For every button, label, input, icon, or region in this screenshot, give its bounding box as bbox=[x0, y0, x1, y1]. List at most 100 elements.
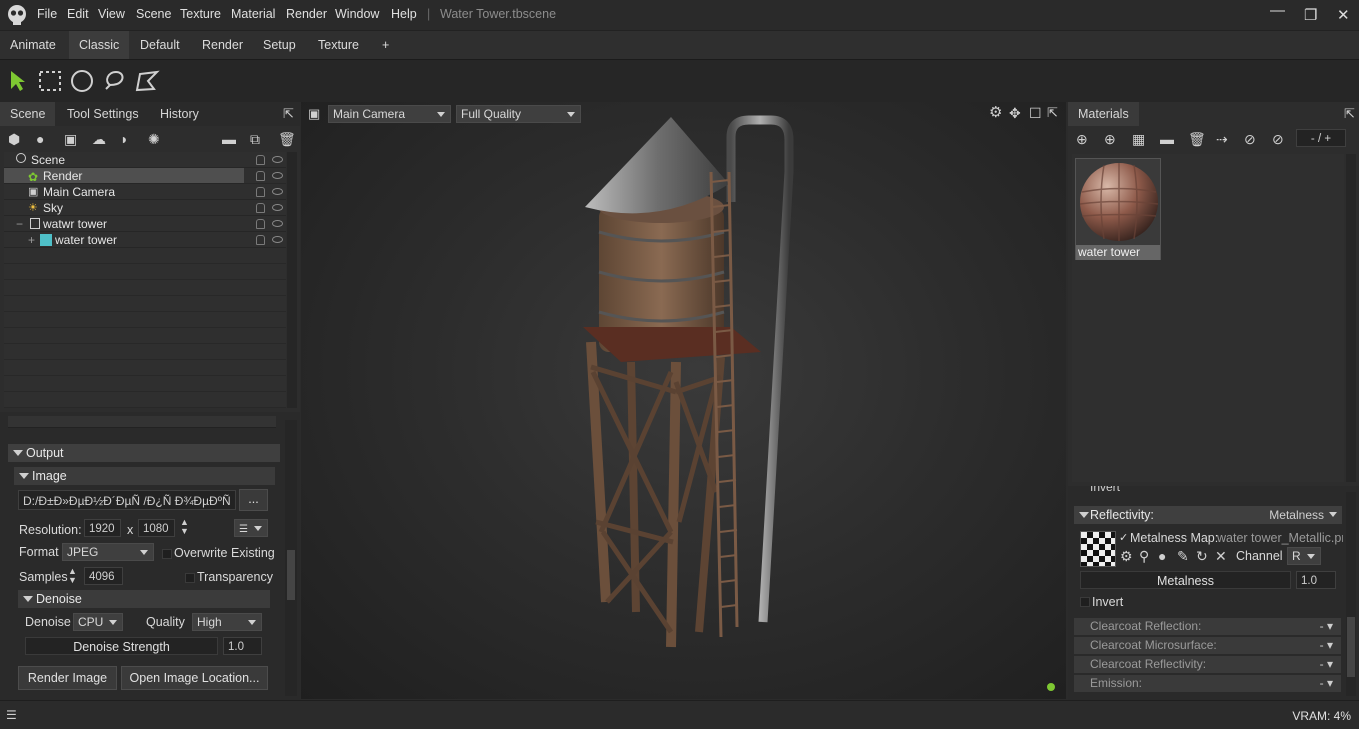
lock-icon[interactable] bbox=[256, 171, 265, 181]
camera-icon[interactable]: ▣ bbox=[308, 106, 320, 122]
tab-history[interactable]: History bbox=[150, 102, 209, 126]
format-dropdown[interactable]: JPEG bbox=[62, 543, 154, 561]
lock-icon[interactable] bbox=[256, 155, 265, 165]
popout-icon[interactable]: ⇱ bbox=[283, 106, 294, 122]
refresh-icon[interactable]: ↻ bbox=[1196, 548, 1208, 564]
console-icon[interactable]: ☰ bbox=[6, 707, 17, 723]
emission-section[interactable]: Emission: - ▾ bbox=[1074, 675, 1341, 692]
invert-checkbox[interactable] bbox=[1080, 597, 1090, 607]
tab-default[interactable]: Default bbox=[130, 31, 190, 60]
denoise-strength-field[interactable]: 1.0 bbox=[223, 637, 262, 655]
menu-texture[interactable]: Texture bbox=[180, 7, 221, 21]
reflectivity-mode[interactable]: Metalness bbox=[1269, 506, 1324, 524]
render-image-button[interactable]: Render Image bbox=[18, 666, 117, 690]
tree-item-sky[interactable]: ☀ Sky bbox=[4, 200, 286, 216]
eye-icon[interactable] bbox=[272, 204, 283, 211]
material-properties-scrollbar[interactable] bbox=[1346, 492, 1356, 696]
collapse-icon[interactable]: − bbox=[16, 216, 23, 232]
metalness-slider[interactable]: Metalness bbox=[1080, 571, 1291, 589]
select-arrow-icon[interactable] bbox=[8, 69, 28, 93]
expand-icon[interactable]: + bbox=[28, 232, 35, 248]
material-counter[interactable]: - / + bbox=[1296, 129, 1346, 147]
viewport-quality-dropdown[interactable]: Full Quality bbox=[456, 105, 581, 123]
eye-icon[interactable] bbox=[272, 188, 283, 195]
reflectivity-header[interactable]: Reflectivity: Metalness bbox=[1074, 506, 1342, 524]
browse-button[interactable]: ... bbox=[239, 489, 268, 511]
tree-item-scene[interactable]: Scene bbox=[4, 152, 286, 168]
tab-render[interactable]: Render bbox=[192, 31, 253, 60]
duplicate-icon[interactable]: ⧉ bbox=[250, 131, 260, 147]
trash-icon[interactable]: 🗑 bbox=[1188, 131, 1206, 147]
eye-icon[interactable] bbox=[272, 156, 283, 163]
tab-texture[interactable]: Texture bbox=[308, 31, 369, 60]
add-shadow-catcher-icon[interactable]: ◗ bbox=[120, 131, 128, 147]
samples-field[interactable]: 4096 bbox=[84, 567, 123, 585]
trash-icon[interactable]: 🗑 bbox=[278, 131, 296, 147]
popout-icon[interactable]: ⇱ bbox=[1344, 106, 1355, 122]
menu-help[interactable]: Help bbox=[391, 7, 417, 21]
lasso-select-icon[interactable] bbox=[102, 69, 126, 93]
polygon-select-icon[interactable] bbox=[134, 69, 160, 93]
folder-icon[interactable]: ▬ bbox=[1160, 131, 1174, 147]
menu-edit[interactable]: Edit bbox=[67, 7, 89, 21]
settings-icon[interactable]: ⚙ bbox=[1120, 548, 1133, 564]
menu-scene[interactable]: Scene bbox=[136, 7, 171, 21]
channel-dropdown[interactable]: R bbox=[1287, 547, 1321, 565]
denoise-quality-dropdown[interactable]: High bbox=[192, 613, 262, 631]
search-icon[interactable]: ⚲ bbox=[1139, 548, 1149, 564]
lock-icon[interactable] bbox=[256, 187, 265, 197]
tree-item-water-tower[interactable]: + water tower bbox=[4, 232, 286, 248]
duplicate-material-icon[interactable]: ⊕ bbox=[1104, 131, 1116, 147]
lock-icon[interactable] bbox=[256, 219, 265, 229]
add-light-icon[interactable]: ● bbox=[36, 131, 44, 147]
clearcoat-reflection-section[interactable]: Clearcoat Reflection: - ▾ bbox=[1074, 618, 1341, 635]
section-value[interactable]: - ▾ bbox=[1320, 618, 1333, 635]
metalness-map-thumbnail[interactable] bbox=[1080, 531, 1116, 567]
3d-viewport[interactable]: ▣ Main Camera Full Quality ⚙ ✥ ☐ ⇱ bbox=[301, 102, 1066, 699]
eye-icon[interactable] bbox=[272, 236, 283, 243]
close-icon[interactable]: ✕ bbox=[1337, 6, 1350, 24]
tree-item-main-camera[interactable]: ▣ Main Camera bbox=[4, 184, 286, 200]
assign-icon[interactable]: ⇢ bbox=[1216, 131, 1228, 147]
menu-view[interactable]: View bbox=[98, 7, 125, 21]
pick-icon[interactable]: ⊘ bbox=[1272, 131, 1284, 147]
properties-scrollbar[interactable] bbox=[285, 420, 297, 696]
add-mesh-icon[interactable]: ⬢ bbox=[8, 131, 20, 147]
materials-scrollbar[interactable] bbox=[1346, 154, 1356, 482]
swatch-icon[interactable]: ● bbox=[1158, 548, 1166, 564]
eye-icon[interactable] bbox=[272, 220, 283, 227]
tab-setup[interactable]: Setup bbox=[253, 31, 306, 60]
denoise-strength-slider[interactable]: Denoise Strength bbox=[25, 637, 218, 655]
denoise-section-header[interactable]: Denoise bbox=[18, 590, 270, 608]
clearcoat-reflectivity-section[interactable]: Clearcoat Reflectivity: - ▾ bbox=[1074, 656, 1341, 673]
eye-icon[interactable] bbox=[272, 172, 283, 179]
samples-stepper-icon[interactable]: ▲ ▼ bbox=[68, 567, 77, 585]
metalness-value-field[interactable]: 1.0 bbox=[1296, 571, 1336, 589]
resolution-stepper-icon[interactable]: ▲ ▼ bbox=[180, 518, 189, 536]
popout-icon[interactable]: ⇱ bbox=[1047, 105, 1058, 121]
add-material-icon[interactable]: ⊕ bbox=[1076, 131, 1088, 147]
edit-icon[interactable]: ✎ bbox=[1177, 548, 1189, 564]
height-field[interactable]: 1080 bbox=[138, 519, 175, 537]
tab-classic[interactable]: Classic bbox=[69, 31, 130, 60]
open-image-location-button[interactable]: Open Image Location... bbox=[121, 666, 268, 690]
lock-icon[interactable] bbox=[256, 235, 265, 245]
overwrite-checkbox[interactable] bbox=[162, 549, 172, 559]
resolution-preset-dropdown[interactable]: ☰ bbox=[234, 519, 268, 537]
section-value[interactable]: - ▾ bbox=[1320, 656, 1333, 673]
tab-animate[interactable]: Animate bbox=[0, 31, 66, 60]
move-icon[interactable]: ✥ bbox=[1009, 105, 1021, 121]
image-section-header[interactable]: Image bbox=[14, 467, 275, 485]
camera-dropdown[interactable]: Main Camera bbox=[328, 105, 451, 123]
denoise-device-dropdown[interactable]: CPU bbox=[73, 613, 123, 631]
scene-scrollbar[interactable] bbox=[287, 152, 297, 408]
tree-item-render[interactable]: ✿ Render bbox=[4, 168, 244, 184]
tab-add[interactable]: + bbox=[372, 31, 399, 60]
maximize-icon[interactable]: ❐ bbox=[1304, 6, 1317, 24]
width-field[interactable]: 1920 bbox=[84, 519, 121, 537]
menu-render[interactable]: Render bbox=[286, 7, 327, 21]
add-sky-icon[interactable]: ☁ bbox=[92, 131, 106, 147]
section-value[interactable]: - ▾ bbox=[1320, 637, 1333, 654]
output-section-header[interactable]: Output bbox=[8, 444, 280, 462]
tab-tool-settings[interactable]: Tool Settings bbox=[57, 102, 149, 126]
